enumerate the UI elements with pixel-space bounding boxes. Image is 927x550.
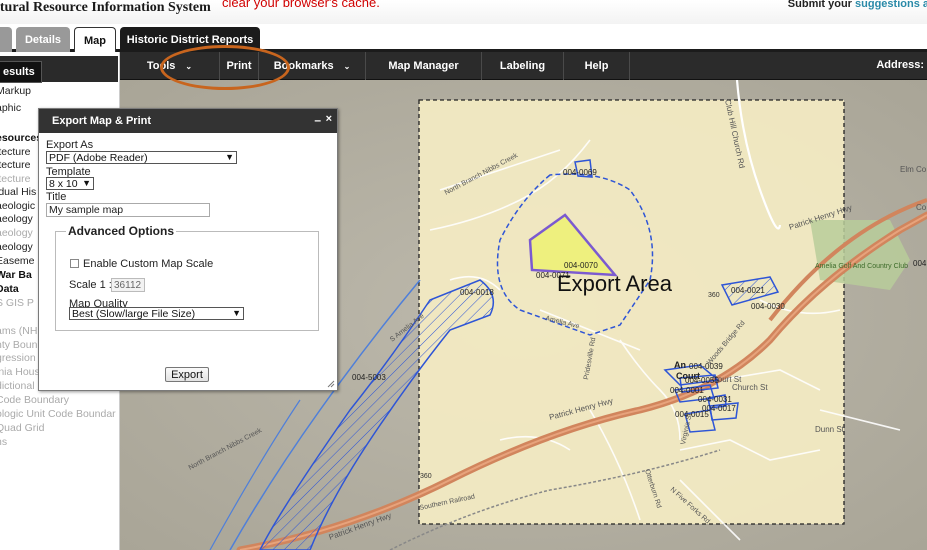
export-map-dialog: Export Map & Print – × Export As PDF (Ad… [38,108,338,391]
tab-historic-district-reports[interactable]: Historic District Reports [120,27,260,52]
submit-suggestions: Submit your suggestions a [788,0,927,10]
layer-item[interactable]: Easeme [0,255,35,267]
layer-item[interactable]: esources [0,132,42,144]
app-header: ltural Resource Information System clear… [0,0,927,24]
tab-details[interactable]: Details [16,27,70,52]
layer-item[interactable]: ologic Unit Code Boundar [0,408,116,420]
road-label: Co [916,203,927,212]
parcel-label: 004-0070 [564,261,598,270]
custom-scale-label: Enable Custom Map Scale [83,258,214,270]
tab-search[interactable] [0,27,12,52]
parcel-label: 004-0031 [698,395,732,404]
layer-item[interactable]: Markup [0,85,31,97]
layer-item[interactable]: aeologic [0,200,35,212]
layer-item[interactable]: War Ba [0,269,32,281]
layer-item[interactable]: nty Boun [0,339,37,351]
layer-item[interactable]: ns [0,436,7,448]
suggestions-link[interactable]: suggestions a [855,0,927,10]
bookmarks-menu[interactable]: Bookmarks ⌄ [258,52,366,80]
tools-label: Tools [146,60,176,72]
dropdown-arrow-icon: ▼ [225,152,234,162]
export-as-select[interactable]: PDF (Adobe Reader) ▼ [46,151,237,164]
close-icon[interactable]: × [326,113,332,125]
dropdown-arrow-icon: ▼ [82,178,91,188]
submit-prefix: Submit your [787,0,856,10]
scale-label: Scale 1 : [69,279,112,291]
road-label: 360 [420,473,432,480]
parcel-label: 004-0030 [751,302,785,311]
road-label: 360 [708,292,720,299]
layer-item[interactable]: itecture [0,146,30,158]
parcel-label: 004-0069 [563,168,597,177]
help-button[interactable]: Help [564,52,630,80]
map-quality-select[interactable]: Best (Slow/large File Size) ▼ [69,307,244,320]
layer-item[interactable]: itecture [0,159,30,171]
advanced-options-legend: Advanced Options [66,224,177,238]
map-toolbar: Tools ⌄ Print Bookmarks ⌄ Map Manager Labe… [120,52,927,80]
template-value: 8 x 10 [49,177,78,190]
parcel-label: 004-0021 [731,286,765,295]
parcel-label: 004 [913,259,927,268]
template-select[interactable]: 8 x 10 ▼ [46,177,94,190]
address-label: Address: [876,59,924,71]
map-manager-label: Map Manager [388,60,459,72]
title-input[interactable] [46,203,210,217]
scale-input[interactable] [111,278,145,292]
dialog-title: Export Map & Print [52,115,152,127]
map-quality-value: Best (Slow/large File Size) [72,307,196,320]
dialog-titlebar[interactable]: Export Map & Print – × [39,109,337,133]
cache-notice: clear your browser's cache. [222,0,380,10]
main-tabs: Details Map Historic District Reports [0,24,927,53]
chevron-down-icon: ⌄ [185,61,193,71]
tab-map[interactable]: Map [74,27,116,53]
parcel-label: 004-0001 [670,386,704,395]
parcel-label: 004-0039 [689,362,723,371]
custom-scale-checkbox[interactable] [70,259,79,268]
export-area-label: Export Area [557,271,672,296]
layer-item[interactable]: gression [0,352,36,364]
export-button[interactable]: Export [165,367,209,382]
results-tab[interactable]: esults [0,61,42,83]
layer-item[interactable]: Data [0,283,19,295]
road-label: An [674,360,686,370]
layer-item[interactable]: aphic [0,102,21,114]
app-title: ltural Resource Information System [0,0,211,15]
tools-menu[interactable]: Tools ⌄ [120,52,220,80]
chevron-down-icon: ⌄ [343,61,351,71]
road-label: Dunn St [815,425,845,434]
export-as-label: Export As [46,139,94,151]
title-label: Title [46,191,67,203]
parcel-label: 004-0055 [685,376,719,385]
results-header: esults [0,56,118,83]
map-manager-button[interactable]: Map Manager [366,52,482,80]
resize-grip-icon[interactable] [327,380,335,388]
layer-item[interactable]: Code Boundary [0,394,69,406]
labeling-button[interactable]: Labeling [482,52,564,80]
layer-item[interactable]: dictional [0,380,35,392]
parcel-label: 004-0015 [675,410,709,419]
layer-item[interactable]: itecture [0,173,30,185]
labeling-label: Labeling [499,60,546,72]
export-as-value: PDF (Adobe Reader) [49,151,148,164]
minimize-icon[interactable]: – [314,113,321,127]
bookmarks-label: Bookmarks [273,60,334,72]
road-label: Elm Co [900,165,927,174]
layer-item[interactable]: Quad Grid [0,422,44,434]
help-label: Help [584,60,609,72]
parcel-label: 004-0018 [460,288,494,297]
print-button[interactable]: Print [220,52,258,80]
layer-item[interactable]: inia Hous [0,366,40,378]
layer-item[interactable]: idual His [0,186,36,198]
print-label: Print [226,60,252,72]
dropdown-arrow-icon: ▼ [232,308,241,318]
layer-item[interactable]: aeology [0,241,33,253]
layer-item[interactable]: S GIS P [0,297,34,309]
layer-item[interactable]: aeology [0,213,33,225]
road-label: Church St [732,383,768,392]
parcel-label: 004-5003 [352,373,386,382]
road-label: Amelia Golf And Country Club [815,263,908,270]
layer-item[interactable]: aeology [0,227,33,239]
layer-item[interactable]: ams (NH [0,325,37,337]
